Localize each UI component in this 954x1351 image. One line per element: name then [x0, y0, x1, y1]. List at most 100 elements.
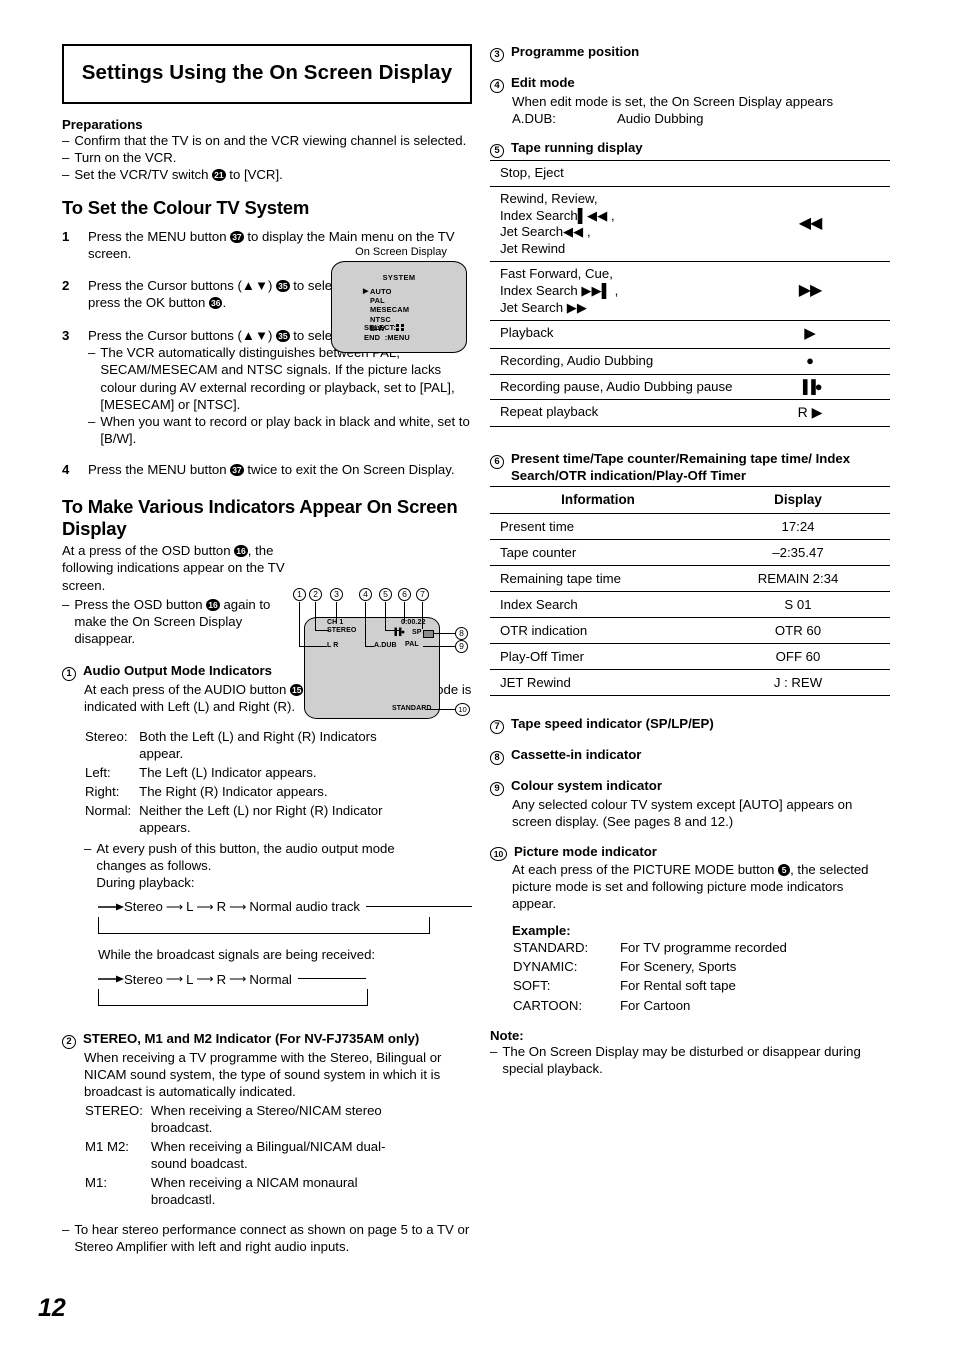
step-text-pre: Press the Cursor buttons (▲▼)	[88, 277, 273, 293]
item-4-term: A.DUB:	[512, 111, 556, 127]
osd-menu-title: SYSTEM	[382, 273, 416, 282]
section-heading-indicators: To Make Various Indicators Appear On Scr…	[62, 496, 458, 539]
step-text-pre: Press the MENU button	[88, 228, 227, 244]
table-row: Stereo: Both the Left (L) and Right (R) …	[84, 727, 395, 763]
info-value: OFF 60	[706, 643, 890, 671]
step-4: 4 Press the MENU button 37 twice to exit…	[62, 461, 472, 478]
preparation-text: Turn on the VCR.	[74, 149, 177, 165]
callout-9-icon: 9	[490, 778, 504, 797]
flow-item: Normal	[249, 971, 292, 987]
step-number: 4	[62, 462, 70, 478]
system-desc: When receiving a NICAM monaural broadcas…	[150, 1175, 358, 1208]
change-note: At every push of this button, the audio …	[96, 840, 395, 873]
example-name: STANDARD:	[513, 940, 589, 956]
item-1-change-note: – At every push of this button, the audi…	[84, 840, 434, 891]
system-name: STEREO:	[85, 1102, 143, 1118]
flow-loopback-line	[98, 916, 430, 934]
callout-3: 3	[330, 588, 343, 601]
table-row: Fast Forward, Cue, Index Search ▶▶▌ , Je…	[490, 262, 890, 321]
list-item: – Set the VCR/TV switch 21 to [VCR].	[62, 166, 472, 183]
table-row: Repeat playback R ▶	[490, 400, 890, 427]
callout-6: 6	[398, 588, 411, 601]
dash-marker: –	[490, 1043, 498, 1059]
table-row: Remaining tape time REMAIN 2:34	[490, 565, 890, 593]
item-5-title: Tape running display	[511, 140, 643, 156]
step-number: 3	[62, 328, 70, 344]
mode-name: Right:	[85, 784, 120, 800]
info-label: Tape counter	[490, 539, 706, 567]
leader-line-1	[299, 602, 301, 647]
callout-2-icon: 2	[62, 1031, 76, 1050]
info-label: Present time	[490, 513, 706, 541]
osd-end-value: :MENU	[384, 333, 410, 342]
table-row: Recording, Audio Dubbing ●	[490, 349, 890, 375]
list-item: – The VCR automatically distinguishes be…	[88, 344, 472, 413]
osd-system-menu-illustration: On Screen Display SYSTEM ▶ AUTO PAL MESE…	[331, 246, 471, 353]
osd-label-speed: SP	[412, 629, 422, 636]
step-number: 2	[62, 277, 70, 293]
section-heading-colour-tv: To Set the Colour TV System	[62, 197, 310, 219]
item-7-title: Tape speed indicator (SP/LP/EP)	[511, 716, 714, 732]
item-4-term-row: A.DUB: Audio Dubbing	[490, 110, 890, 127]
mode-desc: Both the Left (L) and Right (R) Indicato…	[139, 728, 377, 761]
table-row: OTR indication OTR 60	[490, 617, 890, 645]
preparation-text: Confirm that the TV is on and the VCR vi…	[74, 132, 467, 148]
dash-marker: –	[88, 413, 96, 429]
dash-marker: –	[84, 840, 92, 856]
flow-arrow-icon: ⟶	[165, 899, 184, 914]
column-header-display: Display	[706, 486, 890, 515]
example-label: Example:	[512, 923, 571, 939]
osd-label-system: PAL	[405, 641, 419, 648]
tape-state-symbol: ▐▐●	[798, 378, 822, 394]
system-desc: When receiving a Bilingual/NICAM dual-so…	[150, 1138, 386, 1172]
button-ref-5-icon: 5	[778, 863, 791, 876]
flow-arrow-in-icon	[98, 903, 124, 911]
flow-row: Stereo ⟶ L ⟶ R ⟶ Normal audio track	[98, 897, 472, 917]
tape-state-symbol: R ▶	[797, 404, 823, 421]
leader-line-1b	[299, 646, 327, 648]
leader-line-5	[385, 602, 387, 631]
flow-arrow-icon: ⟶	[229, 899, 247, 914]
table-row: Tape counter –2:35.47	[490, 539, 890, 567]
example-desc: For Scenery, Sports	[620, 959, 737, 975]
tape-state-label: Recording pause, Audio Dubbing pause	[500, 378, 733, 394]
osd-end-row: END :MENU	[364, 333, 410, 343]
flow-item: L	[186, 971, 194, 987]
tape-running-table: Stop, Eject Rewind, Review, Index Search…	[490, 160, 890, 427]
item-6-heading: 6 Present time/Tape counter/Remaining ta…	[490, 451, 890, 484]
tape-state-symbol: ◀◀	[798, 215, 823, 233]
item-10-title: Picture mode indicator	[514, 843, 657, 859]
table-row: DYNAMIC: For Scenery, Sports	[512, 957, 788, 976]
callout-7: 7	[416, 588, 429, 601]
tape-state-label: Playback	[500, 325, 554, 341]
step-text-pre: Press the MENU button	[88, 462, 227, 478]
info-label: OTR indication	[490, 617, 706, 645]
picture-mode-examples-table: STANDARD: For TV programme recorded DYNA…	[512, 938, 788, 1015]
tape-state-symbol: ●	[806, 353, 814, 369]
item-1-intro-pre: At each press of the AUDIO button	[84, 682, 287, 698]
callout-1-icon: 1	[62, 663, 76, 682]
example-name: SOFT:	[513, 978, 551, 994]
osd-select-label: SELECT:	[364, 323, 397, 332]
tape-state-symbol	[740, 161, 890, 187]
osd-footer: SELECT: END :MENU	[364, 323, 410, 343]
table-row: Rewind, Review, Index Search▌◀◀ , Jet Se…	[490, 186, 890, 262]
flow-line	[297, 978, 366, 980]
cassette-in-icon	[423, 630, 434, 638]
flow-item: R	[216, 971, 227, 987]
list-item: – When you want to record or play back i…	[88, 413, 472, 447]
item-2-title: STEREO, M1 and M2 Indicator (For NV-FJ73…	[83, 1031, 420, 1047]
osd-label-counter: 0:00.22	[401, 619, 426, 626]
step-text-post: twice to exit the On Screen Display.	[247, 462, 455, 478]
mode-desc: Neither the Left (L) nor Right (R) Indic…	[139, 803, 383, 836]
osd-screen: SYSTEM ▶ AUTO PAL MESECAM NTSC B/W SELEC…	[331, 261, 467, 353]
flow-arrow-in-icon	[98, 975, 124, 983]
manual-page: Settings Using the On Screen Display Pre…	[0, 0, 954, 1351]
mode-name: Left:	[85, 764, 111, 780]
osd-option-mesecam: MESECAM	[370, 305, 410, 315]
list-item: – Confirm that the TV is on and the VCR …	[62, 132, 472, 149]
tape-state-label: Rewind, Review, Index Search▌◀◀ , Jet Se…	[500, 190, 615, 256]
item-2-note-text: To hear stereo performance connect as sh…	[74, 1221, 470, 1254]
item-1-change-note-text: At every push of this button, the audio …	[96, 840, 434, 891]
item-2-note: – To hear stereo performance connect as …	[62, 1221, 472, 1255]
